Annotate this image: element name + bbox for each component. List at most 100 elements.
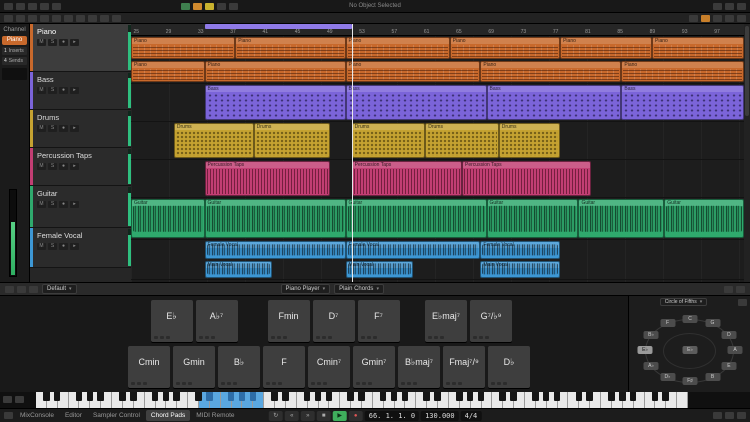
circle-key-10[interactable]: B♭ [644, 331, 659, 339]
solo-button[interactable]: S [48, 125, 57, 132]
track-header-bass[interactable]: BassMS●▸ [30, 72, 131, 110]
solo-button[interactable]: S [48, 87, 57, 94]
keyboard-follow-icon[interactable] [15, 396, 24, 403]
window-layout-icon[interactable] [737, 3, 746, 10]
clip-drums[interactable]: Drums [174, 123, 254, 158]
white-key[interactable] [677, 392, 688, 408]
monitor-button[interactable]: ▸ [70, 243, 79, 250]
black-key[interactable] [391, 392, 398, 401]
draw-icon[interactable] [88, 15, 97, 22]
mute-button[interactable]: M [37, 87, 46, 94]
cycle-button[interactable]: ↻ [269, 411, 283, 421]
black-key[interactable] [43, 392, 50, 401]
solo-button[interactable]: S [48, 39, 57, 46]
clip-drums[interactable]: Drums [254, 123, 331, 158]
clip-piano[interactable]: Piano [621, 61, 744, 83]
circle-key-4[interactable]: E [721, 362, 736, 370]
circle-key-0[interactable]: C [683, 315, 698, 323]
chord-pad[interactable]: A♭⁷ [196, 300, 238, 342]
black-key[interactable] [608, 392, 615, 401]
monitor-button[interactable]: ▸ [70, 39, 79, 46]
monitor-button[interactable]: ▸ [70, 201, 79, 208]
track-header-female-vocal[interactable]: Female VocalMS●▸ [30, 228, 131, 268]
black-key[interactable] [76, 392, 83, 401]
black-key[interactable] [434, 392, 441, 401]
circle-key-1[interactable]: G [705, 319, 720, 327]
pool-icon[interactable] [28, 3, 37, 10]
black-key[interactable] [347, 392, 354, 401]
performance-meter-icon[interactable] [713, 412, 722, 419]
tab-sampler-control[interactable]: Sampler Control [88, 410, 145, 421]
black-key[interactable] [130, 392, 137, 401]
clip-bass[interactable]: Bass [205, 85, 346, 120]
editor-icon[interactable] [52, 3, 61, 10]
black-key[interactable] [54, 392, 61, 401]
assistant-mode-dropdown[interactable]: Circle of Fifths▾ [660, 298, 707, 306]
track-header-piano[interactable]: PianoMS●▸ [30, 24, 131, 72]
clip-guitar[interactable]: Guitar [346, 199, 487, 238]
clip-piano[interactable]: Piano [235, 37, 345, 59]
solo-button[interactable]: S [48, 201, 57, 208]
circle-key-7[interactable]: D♭ [660, 373, 675, 381]
mute-button[interactable]: M [37, 201, 46, 208]
play-button[interactable]: ▶ [333, 411, 347, 421]
clip-bass[interactable]: Bass [621, 85, 744, 120]
black-key[interactable] [239, 392, 246, 401]
black-key[interactable] [543, 392, 550, 401]
clip-bass[interactable]: Bass [346, 85, 487, 120]
solo-button[interactable]: S [48, 243, 57, 250]
black-key[interactable] [619, 392, 626, 401]
black-key[interactable] [662, 392, 669, 401]
black-key[interactable] [173, 392, 180, 401]
chord-pad[interactable]: D⁷ [313, 300, 355, 342]
voicing-dropdown[interactable]: Plain Chords▾ [334, 284, 384, 294]
clip-piano[interactable]: Piano [205, 61, 346, 83]
record-arm-button[interactable]: ● [59, 125, 68, 132]
black-key[interactable] [402, 392, 409, 401]
clip-female-vocal[interactable]: Female Vocal [346, 241, 481, 259]
monitor-button[interactable]: ▸ [70, 87, 79, 94]
chord-pad[interactable]: E♭maj⁷ [425, 300, 467, 342]
chord-pad[interactable]: F [263, 346, 305, 388]
black-key[interactable] [423, 392, 430, 401]
black-key[interactable] [152, 392, 159, 401]
mute-button[interactable]: M [37, 125, 46, 132]
clip-guitar[interactable]: Guitar [205, 199, 346, 238]
clip-female-vocal[interactable]: Main Vocal [346, 261, 413, 279]
clip-guitar[interactable]: Guitar [578, 199, 664, 238]
circle-key-5[interactable]: B [705, 373, 720, 381]
chord-pad[interactable]: Gmin⁷ [353, 346, 395, 388]
track-header-guitar[interactable]: GuitarMS●▸ [30, 186, 131, 228]
grid-icon[interactable] [737, 15, 746, 22]
clip-guitar[interactable]: Guitar [487, 199, 579, 238]
prev-button[interactable]: « [285, 411, 299, 421]
pad-lock-icon[interactable] [29, 286, 38, 293]
lower-zone-menu-icon[interactable] [4, 412, 13, 419]
black-key[interactable] [163, 392, 170, 401]
glue-icon[interactable] [40, 15, 49, 22]
clip-female-vocal[interactable]: Female Vocal [480, 241, 560, 259]
signature-display[interactable]: 4/4 [461, 411, 482, 421]
clip-bass[interactable]: Bass [487, 85, 622, 120]
track-header-percussion-taps[interactable]: Percussion TapsMS●▸ [30, 148, 131, 186]
mute-button[interactable]: M [37, 163, 46, 170]
black-key[interactable] [652, 392, 659, 401]
chord-pad[interactable]: Gmin [173, 346, 215, 388]
player-dropdown[interactable]: Piano Player▾ [281, 284, 331, 294]
clip-female-vocal[interactable]: Main Vocal [205, 261, 272, 279]
clip-percussion-taps[interactable]: Percussion Taps [352, 161, 462, 196]
black-key[interactable] [87, 392, 94, 401]
chord-pad[interactable]: F⁷ [358, 300, 400, 342]
black-key[interactable] [282, 392, 289, 401]
black-key[interactable] [467, 392, 474, 401]
black-key[interactable] [97, 392, 104, 401]
black-key[interactable] [358, 392, 365, 401]
circle-key-11[interactable]: F [660, 319, 675, 327]
snap-type-icon[interactable] [713, 15, 722, 22]
position-display[interactable]: 66. 1. 1. 0 [365, 411, 419, 421]
zoom-icon[interactable] [64, 15, 73, 22]
clip-drums[interactable]: Drums [425, 123, 499, 158]
clip-female-vocal[interactable]: Female Vocal [205, 241, 346, 259]
clip-piano[interactable]: Piano [346, 61, 481, 83]
clip-piano[interactable]: Piano [450, 37, 560, 59]
